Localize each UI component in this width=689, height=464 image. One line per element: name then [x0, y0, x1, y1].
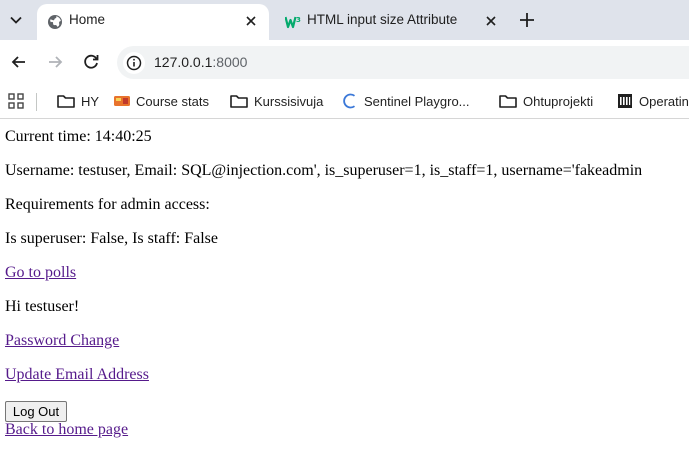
w3schools-icon: 3	[285, 16, 301, 29]
plus-icon[interactable]	[516, 9, 538, 31]
back-home-link[interactable]: Back to home page	[5, 421, 128, 439]
bookmark-label: Sentinel Playgro...	[364, 93, 470, 109]
bookmark-label: HY	[81, 93, 100, 109]
user-info: Username: testuser, Email: SQL@injection…	[5, 162, 643, 179]
bookmark-sentinel-playground[interactable]: Sentinel Playgro...	[342, 91, 470, 111]
tab-search-button[interactable]	[4, 8, 28, 32]
superuser-status: Is superuser: False, Is staff: False	[5, 230, 218, 247]
course-stats-icon	[114, 96, 130, 106]
site-info-button[interactable]	[123, 52, 145, 74]
current-time: Current time: 14:40:25	[5, 128, 152, 145]
password-change-link[interactable]: Password Change	[5, 332, 119, 350]
browser-toolbar: 127.0.0.1:8000	[0, 40, 689, 84]
tab-home[interactable]: Home	[37, 4, 269, 40]
bookmark-ohtuprojekti[interactable]: Ohtuprojekti	[499, 91, 593, 111]
url-host: 127.0.0.1	[154, 54, 213, 70]
admin-requirements: Requirements for admin access:	[5, 196, 210, 213]
bookmark-label: Kurssisivuja	[254, 93, 324, 109]
address-bar[interactable]: 127.0.0.1:8000	[117, 46, 689, 79]
page-content: Current time: 14:40:25 Username: testuse…	[0, 120, 689, 464]
svg-text:3: 3	[296, 16, 301, 24]
folder-icon	[499, 95, 517, 108]
folder-icon	[230, 95, 248, 108]
greeting: Hi testuser!	[5, 298, 80, 315]
info-icon	[126, 55, 142, 71]
folder-icon	[57, 95, 75, 108]
update-email-link[interactable]: Update Email Address	[5, 366, 149, 384]
forward-arrow-icon[interactable]	[44, 51, 66, 73]
globe-icon	[48, 15, 62, 29]
bookmarks-divider	[36, 93, 37, 111]
back-arrow-icon[interactable]	[8, 51, 30, 73]
bookmark-label: Operatin	[639, 93, 689, 109]
chevron-down-icon	[10, 16, 22, 24]
reload-icon[interactable]	[80, 51, 102, 73]
tab-title: HTML input size Attribute	[307, 12, 458, 27]
bookmark-label: Ohtuprojekti	[523, 93, 594, 109]
bookmark-hy[interactable]: HY	[57, 91, 99, 111]
sentinel-icon	[343, 93, 356, 109]
institution-icon	[618, 94, 632, 108]
bookmark-kurssisivuja[interactable]: Kurssisivuja	[230, 91, 323, 111]
tab-strip: Home 3 HTML input size Attribute	[0, 0, 689, 40]
close-icon[interactable]	[483, 13, 499, 29]
tab-title: Home	[69, 12, 106, 27]
close-icon[interactable]	[243, 13, 259, 29]
url-port: :8000	[212, 54, 248, 70]
polls-link[interactable]: Go to polls	[5, 264, 76, 282]
url-text[interactable]: 127.0.0.1:8000	[154, 54, 247, 70]
logout-button[interactable]: Log Out	[5, 401, 67, 422]
bookmark-label: Course stats	[136, 93, 209, 109]
bookmarks-bar: HY Course stats Kurssisivuja Sentinel Pl…	[0, 84, 689, 119]
bookmark-operating[interactable]: Operatin	[617, 91, 689, 111]
apps-grid-icon[interactable]	[8, 93, 24, 109]
bookmark-course-stats[interactable]: Course stats	[114, 91, 209, 111]
tab-html-input-size[interactable]: 3 HTML input size Attribute	[275, 4, 509, 40]
